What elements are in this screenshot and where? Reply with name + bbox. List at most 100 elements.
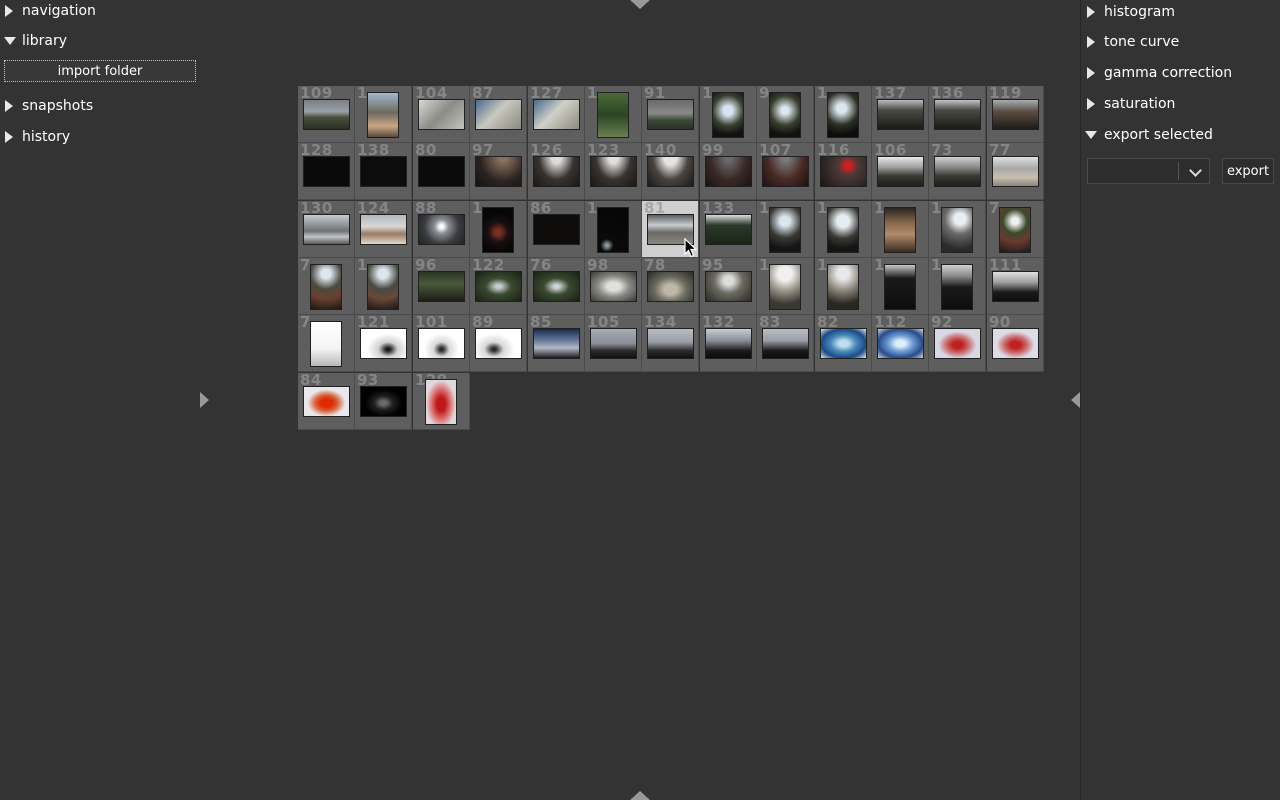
- thumbnail-image: [360, 156, 407, 187]
- thumbnail-cell[interactable]: 1: [585, 86, 642, 143]
- thumbnail-cell[interactable]: 138: [355, 143, 412, 200]
- thumbnail-cell[interactable]: 116: [815, 143, 872, 200]
- thumbnail-cell[interactable]: 1: [585, 201, 642, 258]
- thumbnail-image: [827, 207, 859, 253]
- thumbnail-cell[interactable]: 92: [929, 315, 986, 372]
- thumbnail-cell[interactable]: 1: [815, 86, 872, 143]
- thumbnail-cell[interactable]: 136: [929, 86, 986, 143]
- thumbnail-cell[interactable]: 82: [815, 315, 872, 372]
- thumbnail-cell[interactable]: 1: [815, 201, 872, 258]
- thumbnail-image: [992, 99, 1039, 130]
- thumbnail-cell[interactable]: 140: [642, 143, 699, 200]
- thumbnail-cell[interactable]: 1: [757, 258, 814, 315]
- thumbnail-cell[interactable]: 1: [757, 201, 814, 258]
- thumbnail-cell[interactable]: 106: [872, 143, 929, 200]
- thumbnail-image: [475, 99, 522, 130]
- thumbnail-cell[interactable]: 104: [413, 86, 470, 143]
- thumbnail-cell[interactable]: 96: [413, 258, 470, 315]
- thumbnail-cell[interactable]: 88: [413, 201, 470, 258]
- thumbnail-image: [941, 264, 973, 310]
- thumbnail-cell[interactable]: 129: [413, 373, 470, 430]
- thumbnail-cell[interactable]: 101: [413, 315, 470, 372]
- thumbnail-cell[interactable]: 1: [872, 201, 929, 258]
- expander-snapshots[interactable]: snapshots: [0, 94, 93, 118]
- expander-tone-curve[interactable]: tone curve: [1081, 30, 1179, 54]
- thumbnail-cell[interactable]: 86: [528, 201, 585, 258]
- thumbnail-cell[interactable]: 76: [528, 258, 585, 315]
- expander-gamma-correction[interactable]: gamma correction: [1081, 61, 1232, 85]
- thumbnail-image: [827, 92, 859, 138]
- collapse-top-arrow-icon[interactable]: [630, 0, 650, 9]
- thumbnail-cell[interactable]: 87: [470, 86, 527, 143]
- thumbnail-cell[interactable]: 105: [585, 315, 642, 372]
- thumbnail-cell[interactable]: 7: [298, 258, 355, 315]
- thumbnail-cell[interactable]: 73: [929, 143, 986, 200]
- thumbnail-cell[interactable]: 80: [413, 143, 470, 200]
- thumbnail-cell[interactable]: 128: [298, 143, 355, 200]
- collapse-right-arrow-icon[interactable]: [1071, 392, 1080, 408]
- thumbnail-cell[interactable]: 85: [528, 315, 585, 372]
- thumbnail-cell[interactable]: 123: [585, 143, 642, 200]
- expander-export-selected[interactable]: export selected: [1081, 123, 1213, 147]
- thumbnail-cell[interactable]: 107: [757, 143, 814, 200]
- thumbnail-cell[interactable]: 9: [757, 86, 814, 143]
- thumbnail-cell[interactable]: 124: [355, 201, 412, 258]
- thumbnail-cell[interactable]: 91: [642, 86, 699, 143]
- expander-navigation[interactable]: navigation: [0, 0, 96, 23]
- thumbnail-cell[interactable]: 83: [757, 315, 814, 372]
- thumbnail-cell[interactable]: 121: [355, 315, 412, 372]
- thumbnail-cell[interactable]: 95: [700, 258, 757, 315]
- thumbnail-cell[interactable]: 1: [815, 258, 872, 315]
- thumbnail-cell[interactable]: 99: [700, 143, 757, 200]
- thumbnail-cell[interactable]: 1: [700, 86, 757, 143]
- thumbnail-cell[interactable]: 7: [987, 201, 1044, 258]
- thumbnail-cell[interactable]: 1: [929, 201, 986, 258]
- thumbnail-cell[interactable]: 119: [987, 86, 1044, 143]
- thumbnail-cell[interactable]: 1: [872, 258, 929, 315]
- thumbnail-cell[interactable]: 126: [528, 143, 585, 200]
- thumbnail-cell[interactable]: 1: [355, 86, 412, 143]
- thumbnail-cell[interactable]: 134: [642, 315, 699, 372]
- thumbnail-cell[interactable]: 122: [470, 258, 527, 315]
- thumbnail-cell[interactable]: 77: [987, 143, 1044, 200]
- thumbnail-cell[interactable]: 137: [872, 86, 929, 143]
- export-button[interactable]: export: [1222, 158, 1274, 184]
- import-folder-button[interactable]: import folder: [4, 60, 196, 82]
- expander-label: navigation: [22, 3, 96, 19]
- thumbnail-cell[interactable]: 1: [929, 258, 986, 315]
- thumbnail-cell[interactable]: 111: [987, 258, 1044, 315]
- thumbnail-image: [827, 264, 859, 310]
- thumbnail-cell[interactable]: 109: [298, 86, 355, 143]
- thumbnail-cell[interactable]: 1: [355, 258, 412, 315]
- thumbnail-image: [425, 379, 457, 425]
- thumbnail-image: [482, 207, 514, 253]
- thumbnail-cell[interactable]: 112: [872, 315, 929, 372]
- collapse-bottom-arrow-icon[interactable]: [630, 791, 650, 800]
- thumbnail-cell[interactable]: 89: [470, 315, 527, 372]
- thumbnail-cell[interactable]: 127: [528, 86, 585, 143]
- thumbnail-cell[interactable]: 130: [298, 201, 355, 258]
- thumbnail-cell[interactable]: 78: [642, 258, 699, 315]
- thumbnail-cell[interactable]: 97: [470, 143, 527, 200]
- export-format-dropdown[interactable]: [1087, 158, 1210, 184]
- expander-saturation[interactable]: saturation: [1081, 92, 1175, 116]
- thumbnail-cell[interactable]: 1: [470, 201, 527, 258]
- thumbnail-image: [647, 271, 694, 302]
- expander-history[interactable]: history: [0, 125, 70, 149]
- thumbnail-cell[interactable]: 90: [987, 315, 1044, 372]
- collapse-left-arrow-icon[interactable]: [200, 392, 209, 408]
- thumbnail-image: [884, 264, 916, 310]
- thumbnail-cell[interactable]: 84: [298, 373, 355, 430]
- thumbnail-cell[interactable]: 81: [642, 201, 699, 258]
- thumbnail-cell[interactable]: 93: [355, 373, 412, 430]
- thumbnail-cell[interactable]: 132: [700, 315, 757, 372]
- left-panel: navigation library import folder snapsho…: [0, 0, 210, 800]
- thumbnail-image: [762, 156, 809, 187]
- thumbnail-image: [533, 271, 580, 302]
- expander-histogram[interactable]: histogram: [1081, 0, 1175, 24]
- thumbnail-cell[interactable]: 133: [700, 201, 757, 258]
- thumbnail-cell[interactable]: 7: [298, 315, 355, 372]
- thumbnail-image: [418, 156, 465, 187]
- expander-library[interactable]: library: [0, 29, 67, 53]
- thumbnail-cell[interactable]: 98: [585, 258, 642, 315]
